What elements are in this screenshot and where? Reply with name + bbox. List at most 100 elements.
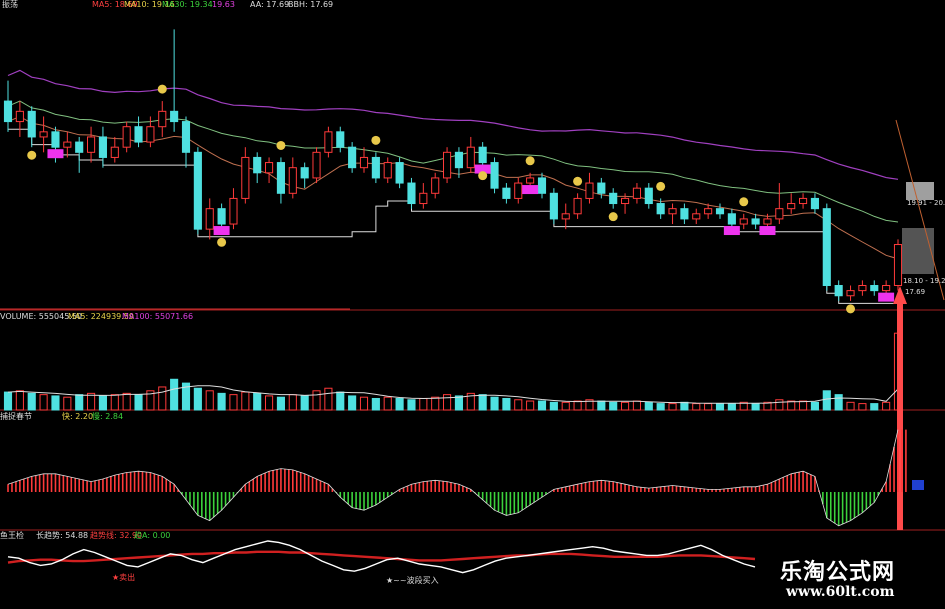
volume-bar: [549, 401, 558, 411]
volume-bar: [253, 392, 262, 411]
volume-bar: [63, 396, 72, 411]
volume-bar: [170, 378, 179, 411]
price-label-upper: 19.91 - 20.: [907, 199, 945, 207]
candle-body: [146, 126, 155, 143]
smiley-icon: [276, 140, 286, 150]
volume-bar: [478, 394, 487, 411]
volume-bar: [621, 401, 630, 411]
candle-body: [170, 110, 179, 123]
up-arrow-shaft: [897, 300, 903, 530]
smiley-icon: [608, 212, 618, 222]
volume-bar: [656, 403, 665, 411]
candle-body: [383, 162, 392, 179]
smiley-icon: [27, 150, 37, 160]
volume-bar: [407, 399, 416, 411]
volume-bar: [561, 401, 570, 411]
candle-body: [276, 162, 285, 194]
volume-bar: [51, 395, 60, 411]
candle-body: [632, 187, 641, 199]
volume-bar: [668, 403, 677, 411]
signal-block-3: [522, 185, 539, 195]
volume-bar: [98, 395, 107, 411]
candle-body: [241, 156, 250, 199]
candle-body: [205, 208, 214, 230]
volume-bar: [300, 395, 309, 411]
trend-line: [7, 550, 756, 564]
signal-block-1: [213, 226, 230, 236]
indicator2-b: 慢: 2.84: [92, 412, 124, 421]
trend-panel: [7, 540, 756, 574]
candle-body: [502, 187, 511, 199]
candle-body: [621, 197, 630, 205]
volume-bar: [265, 395, 274, 411]
candle-body: [656, 203, 665, 215]
candle-body: [300, 167, 309, 179]
volume-bar: [514, 399, 523, 411]
smiley-icon: [525, 156, 535, 166]
candle-body: [359, 156, 369, 169]
volume-bar: [359, 396, 369, 411]
stock-chart: [0, 29, 945, 574]
volume-bar: [692, 403, 701, 411]
volume-bar: [882, 401, 891, 411]
volume-bar: [609, 401, 618, 411]
candle-body: [597, 182, 606, 194]
candle-body: [348, 146, 357, 169]
candle-body: [158, 110, 167, 128]
volume-bar: [834, 394, 843, 411]
smiley-icon: [371, 135, 381, 145]
volume-bar: [122, 392, 131, 411]
indicator2-a: 快: 2.20: [62, 412, 94, 421]
candle-body: [870, 285, 879, 292]
candle-body: [490, 162, 499, 189]
price-panel: [3, 29, 945, 314]
volume-bar: [573, 400, 582, 411]
candle-body: [882, 285, 891, 292]
oscillator-panel: [7, 429, 924, 527]
volume-bar: [727, 403, 736, 411]
aa-label: AA: 17.69: [250, 0, 290, 9]
ma-green-line: [7, 100, 899, 223]
candle-body: [739, 218, 748, 225]
volume-bar: [751, 403, 760, 411]
candle-body: [443, 151, 452, 179]
smiley-icon: [846, 304, 856, 314]
candle-body: [431, 177, 440, 194]
candle-body: [75, 141, 84, 153]
volume-bar: [276, 396, 285, 411]
candle-body: [526, 177, 535, 184]
volume-bar: [383, 396, 392, 411]
panel-dividers: [0, 308, 945, 531]
oscillator-line: [7, 429, 899, 527]
candle-body: [692, 213, 701, 220]
volume-bar: [632, 400, 641, 411]
volume-bar: [810, 401, 819, 411]
sell-annotation: ★卖出: [112, 573, 136, 582]
volume-bar: [526, 400, 535, 411]
indicator3-name: 鱼王检: [0, 531, 24, 540]
volume-bar: [858, 403, 867, 411]
volume-bar: [502, 397, 511, 411]
candle-body: [644, 187, 653, 205]
candle-body: [763, 218, 772, 225]
volume-bar: [597, 400, 606, 411]
buy-annotation: ★~~波段买入: [386, 576, 439, 585]
indicator3-a: 长趋势: 54.88: [36, 531, 89, 540]
candle-body: [585, 182, 594, 199]
volume-panel: [3, 286, 907, 530]
smiley-icon: [573, 176, 583, 186]
volume-bar: [288, 394, 297, 411]
candle-body: [751, 218, 760, 225]
volume-bar: [15, 390, 24, 411]
candle-body: [846, 290, 855, 297]
candle-body: [893, 244, 903, 287]
candle-body: [193, 151, 202, 230]
volume-bar: [822, 390, 831, 411]
volume-bar: [715, 403, 725, 411]
candle-body: [419, 192, 428, 205]
indicator3-c: 趋A: 0.00: [134, 531, 171, 540]
volume-bar: [799, 400, 808, 411]
watermark-url: www.60lt.com: [786, 584, 895, 600]
volume-bar: [229, 394, 238, 411]
smiley-icon: [157, 84, 167, 94]
